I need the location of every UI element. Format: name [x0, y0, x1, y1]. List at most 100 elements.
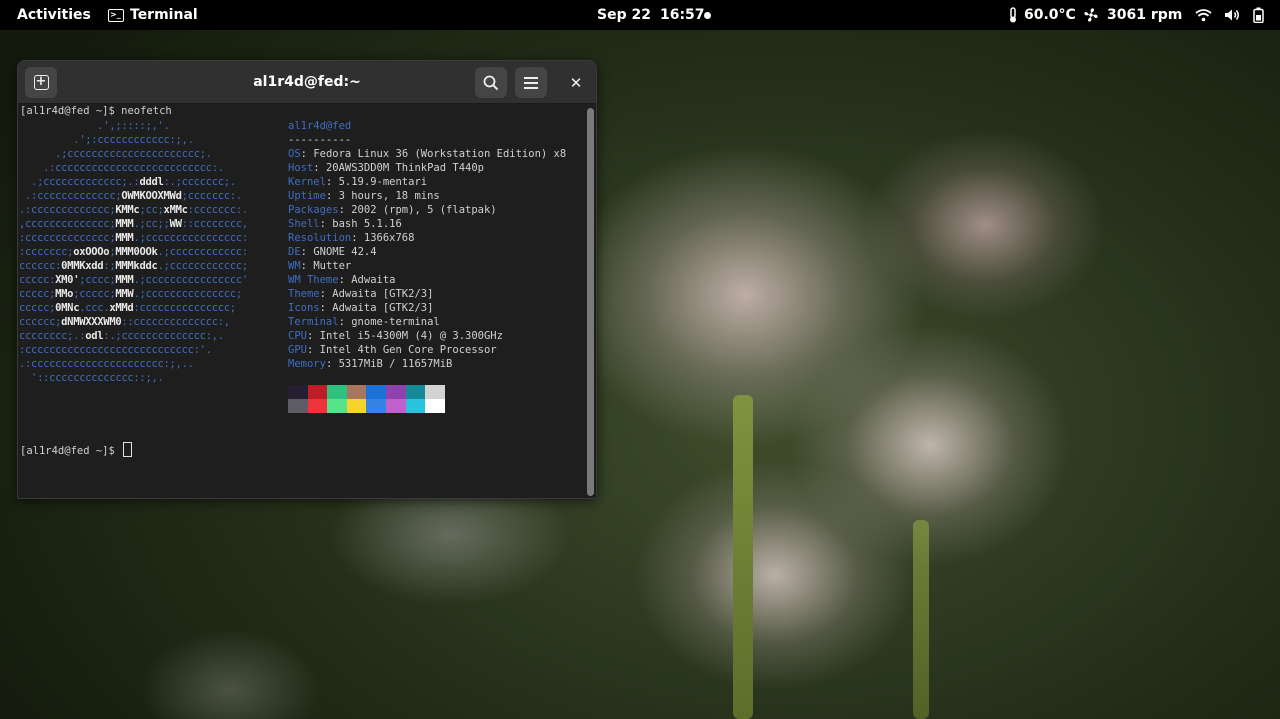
color-swatch: [385, 399, 406, 413]
logo-line: cccccccc;.:odl:.;cccccccccccccc:,.: [19, 330, 224, 342]
temperature-indicator[interactable]: 60.0°C: [1008, 0, 1076, 30]
new-tab-icon: +: [33, 75, 49, 90]
terminal-output[interactable]: [al1r4d@fed ~]$ neofetch .',;::::;,'. .'…: [18, 104, 584, 498]
info-colon: :: [300, 246, 314, 258]
info-label: Terminal: [288, 316, 339, 328]
info-label: WM Theme: [288, 274, 339, 286]
info-user-host: al1r4d@fed: [288, 120, 352, 132]
info-value: 2002 (rpm), 5 (flatpak): [351, 204, 497, 216]
info-label: Memory: [288, 358, 326, 370]
terminal-window[interactable]: al1r4d@fed:~ + ✕ [al1r4d@fed ~]$ neofetc…: [17, 60, 597, 499]
info-label: DE: [288, 246, 301, 258]
info-label: Uptime: [288, 190, 326, 202]
close-button[interactable]: ✕: [560, 67, 592, 98]
logo-line: .';:cccccccccccc:;,.: [19, 134, 194, 146]
logo-line: .:ccccccccccccc;OWMKOOXMWd;ccccccc:.: [19, 190, 242, 202]
info-colon: :: [306, 344, 320, 356]
terminal-headerbar[interactable]: al1r4d@fed:~ + ✕: [18, 61, 596, 104]
notification-indicator: [704, 0, 711, 30]
info-colon: :: [300, 260, 314, 272]
new-tab-button[interactable]: +: [25, 67, 57, 98]
main-menu-button[interactable]: [515, 67, 547, 98]
info-colon: :: [325, 190, 339, 202]
search-button[interactable]: [475, 67, 507, 98]
info-colon: :: [338, 274, 352, 286]
clock-date: Sep 22: [597, 7, 651, 23]
info-row: Terminal: gnome-terminal: [288, 315, 566, 329]
info-row: DE: GNOME 42.4: [288, 245, 566, 259]
logo-line: :cccccccccccccccccccccccccccc:'.: [19, 344, 212, 356]
info-row: Kernel: 5.19.9-mentari: [288, 175, 566, 189]
color-swatch: [405, 385, 426, 399]
color-swatch: [405, 399, 426, 413]
info-value: 20AWS3DD0M ThinkPad T440p: [325, 162, 484, 174]
info-value: Adwaita [GTK2/3]: [332, 288, 434, 300]
logo-line: :ccccccc;oxOOOo;MMM0OOk.;cccccccccccc:: [19, 246, 248, 258]
info-row: Memory: 5317MiB / 11657MiB: [288, 357, 566, 371]
app-menu-button[interactable]: >_ Terminal: [108, 0, 198, 30]
info-row: OS: Fedora Linux 36 (Workstation Edition…: [288, 147, 566, 161]
info-value: gnome-terminal: [351, 316, 440, 328]
volume-icon: [1225, 9, 1239, 21]
info-row: WM: Mutter: [288, 259, 566, 273]
info-label: OS: [288, 148, 301, 160]
info-value: Adwaita [GTK2/3]: [332, 302, 434, 314]
clock-button[interactable]: Sep 22 16:57: [597, 0, 705, 30]
info-label: Shell: [288, 218, 320, 230]
info-colon: :: [325, 358, 339, 370]
info-value: 1366x768: [363, 232, 415, 244]
info-row: Uptime: 3 hours, 18 mins: [288, 189, 566, 203]
info-label: GPU: [288, 344, 307, 356]
info-value: 3 hours, 18 mins: [338, 190, 440, 202]
color-swatch: [307, 399, 328, 413]
color-swatch: [366, 399, 386, 413]
active-prompt[interactable]: [al1r4d@fed ~]$: [20, 442, 133, 458]
logo-line: .;cccccccccccccccccccccc;.: [19, 148, 212, 160]
info-rows: OS: Fedora Linux 36 (Workstation Edition…: [288, 147, 566, 371]
info-value: 5317MiB / 11657MiB: [338, 358, 453, 370]
info-colon: :: [351, 232, 364, 244]
info-colon: :: [319, 218, 333, 230]
logo-line: cccccc;dNMWXXXWM0::cccccccccccccc:,: [19, 316, 230, 328]
logo-line: .:cccccccccccccccccccccc:;,..: [19, 358, 194, 370]
dot-icon: [704, 11, 711, 19]
info-label: Host: [288, 162, 314, 174]
logo-line: .:ccccccccccccc;KMMc;cc;xMMc:ccccccc:.: [19, 204, 248, 216]
scrollbar[interactable]: [587, 108, 594, 496]
info-value: bash 5.1.16: [332, 218, 402, 230]
activities-button[interactable]: Activities: [17, 0, 91, 30]
color-swatch: [425, 399, 445, 413]
info-row: CPU: Intel i5-4300M (4) @ 3.300GHz: [288, 329, 566, 343]
palette-row-bright: [288, 399, 445, 413]
info-value: Intel i5-4300M (4) @ 3.300GHz: [319, 330, 503, 342]
command-line: [al1r4d@fed ~]$ neofetch: [20, 105, 172, 117]
hamburger-icon: [524, 74, 538, 92]
info-row: Packages: 2002 (rpm), 5 (flatpak): [288, 203, 566, 217]
fan-speed-value: 3061 rpm: [1107, 7, 1183, 23]
temperature-value: 60.0°C: [1024, 7, 1076, 23]
info-colon: :: [338, 204, 352, 216]
info-row: Host: 20AWS3DD0M ThinkPad T440p: [288, 161, 566, 175]
info-label: Resolution: [288, 232, 352, 244]
info-row: Resolution: 1366x768: [288, 231, 566, 245]
info-colon: :: [338, 316, 352, 328]
info-value: Adwaita: [351, 274, 396, 286]
text-cursor: [123, 442, 133, 457]
color-swatch: [346, 385, 367, 399]
system-status-menu[interactable]: [1195, 0, 1264, 30]
logo-line: cccccc:0MMKxdd:;MMMkddc.;cccccccccccc;: [19, 260, 248, 272]
logo-line: ccccc:XM0';cccc;MMM.;cccccccccccccccc': [19, 274, 248, 286]
info-colon: :: [319, 288, 333, 300]
fan-indicator[interactable]: 3061 rpm: [1083, 0, 1182, 30]
info-row: WM Theme: Adwaita: [288, 273, 566, 287]
color-swatch: [425, 385, 445, 399]
info-row: Shell: bash 5.1.16: [288, 217, 566, 231]
color-swatch: [288, 399, 308, 413]
window-title: al1r4d@fed:~: [253, 74, 361, 90]
info-value: Intel 4th Gen Core Processor: [319, 344, 497, 356]
search-icon: [483, 75, 499, 90]
prompt-text: [al1r4d@fed ~]$: [20, 445, 122, 457]
logo-line: ccccc;MMo;ccccc;MMW.;ccccccccccccccc;: [19, 288, 242, 300]
color-palette: [288, 385, 445, 413]
close-icon: ✕: [569, 73, 583, 92]
